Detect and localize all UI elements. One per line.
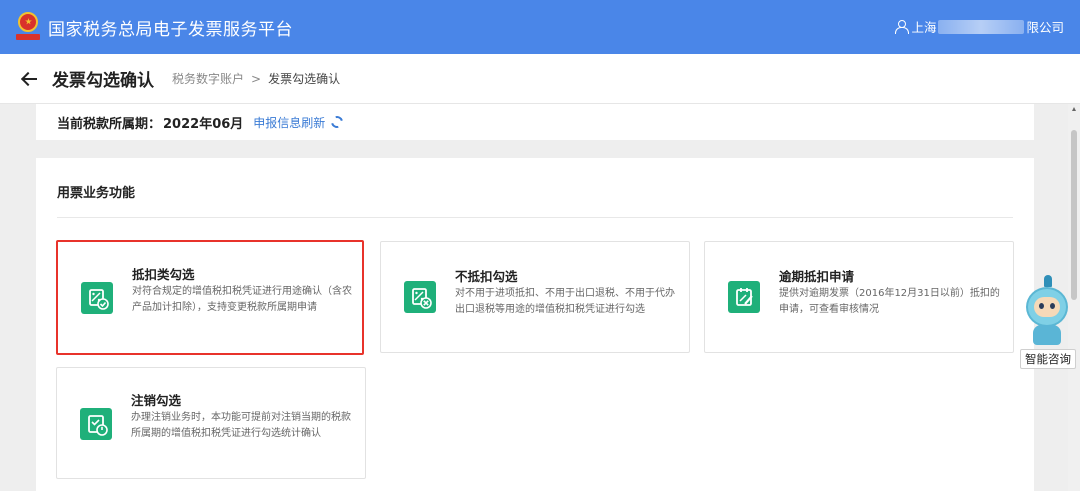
section-divider: [57, 217, 1013, 218]
functions-panel: 用票业务功能 抵扣类勾选 对符合规定的增值税扣税凭证进行用途确认（含农产品加计扣…: [36, 158, 1034, 491]
section-title: 用票业务功能: [57, 186, 136, 201]
breadcrumb-parent[interactable]: 税务数字账户: [172, 70, 244, 87]
redacted-user-name: [938, 19, 1025, 34]
robot-body: [1033, 325, 1061, 345]
robot-assistant-icon: [1026, 287, 1068, 327]
cancellation-select-icon: [80, 408, 112, 440]
deduction-select-icon: [81, 282, 113, 314]
breadcrumb-current: 发票勾选确认: [268, 72, 341, 86]
card-description: 对不用于进项抵扣、不用于出口退税、不用于代办出口退税等用途的增值税扣税凭证进行勾…: [455, 288, 675, 315]
card-non-deduction-select[interactable]: 不抵扣勾选 对不用于进项抵扣、不用于出口退税、不用于代办出口退税等用途的增值税扣…: [380, 241, 690, 353]
card-title: 不抵扣勾选: [455, 269, 518, 284]
card-cancellation-select[interactable]: 注销勾选 办理注销业务时，本功能可提前对注销当期的税款所属期的增值税扣税凭证进行…: [56, 367, 366, 479]
top-bar: 国家税务总局电子发票服务平台 上海 限公司: [0, 0, 1080, 54]
user-name-prefix: 上海: [911, 20, 937, 35]
breadcrumb-separator: >: [251, 71, 262, 86]
refresh-declaration-link[interactable]: 申报信息刷新: [253, 114, 325, 131]
tax-bureau-logo-icon: [16, 12, 40, 42]
card-description: 对符合规定的增值税扣税凭证进行用途确认（含农产品加计扣除），支持变更税款所属期申…: [132, 286, 352, 313]
user-account[interactable]: 上海 限公司: [895, 17, 1064, 36]
user-icon: [895, 20, 910, 34]
card-title: 逾期抵扣申请: [779, 269, 855, 284]
scroll-up-arrow-icon[interactable]: [1072, 107, 1076, 111]
tax-period-value: 2022年06月: [163, 116, 244, 132]
robot-antenna: [1044, 275, 1052, 287]
card-title: 注销勾选: [131, 393, 182, 408]
card-title: 抵扣类勾选: [132, 267, 195, 282]
card-overdue-deduction[interactable]: 逾期抵扣申请 提供对逾期发票（2016年12月31日以前）抵扣的申请，可查看审核…: [704, 241, 1014, 353]
overdue-deduction-icon: [728, 281, 760, 313]
tax-period-label: 当前税款所属期：: [57, 116, 162, 132]
card-description: 办理注销业务时，本功能可提前对注销当期的税款所属期的增值税扣税凭证进行勾选统计确…: [131, 412, 351, 439]
smart-consult-widget[interactable]: 智能咨询: [1020, 275, 1076, 371]
card-deduction-select[interactable]: 抵扣类勾选 对符合规定的增值税扣税凭证进行用途确认（含农产品加计扣除），支持变更…: [56, 240, 364, 355]
card-description: 提供对逾期发票（2016年12月31日以前）抵扣的申请，可查看审核情况: [779, 288, 1000, 315]
refresh-icon[interactable]: [329, 113, 346, 131]
back-arrow-icon[interactable]: [22, 72, 38, 86]
page-header: 发票勾选确认 税务数字账户 > 发票勾选确认: [0, 54, 1080, 104]
non-deduction-select-icon: [404, 281, 436, 313]
app-title: 国家税务总局电子发票服务平台: [48, 19, 293, 40]
user-name-suffix: 限公司: [1026, 20, 1064, 35]
tax-period-panel: 当前税款所属期： 2022年06月 申报信息刷新: [36, 104, 1034, 140]
page-title: 发票勾选确认: [52, 71, 154, 91]
smart-consult-label[interactable]: 智能咨询: [1020, 349, 1076, 369]
